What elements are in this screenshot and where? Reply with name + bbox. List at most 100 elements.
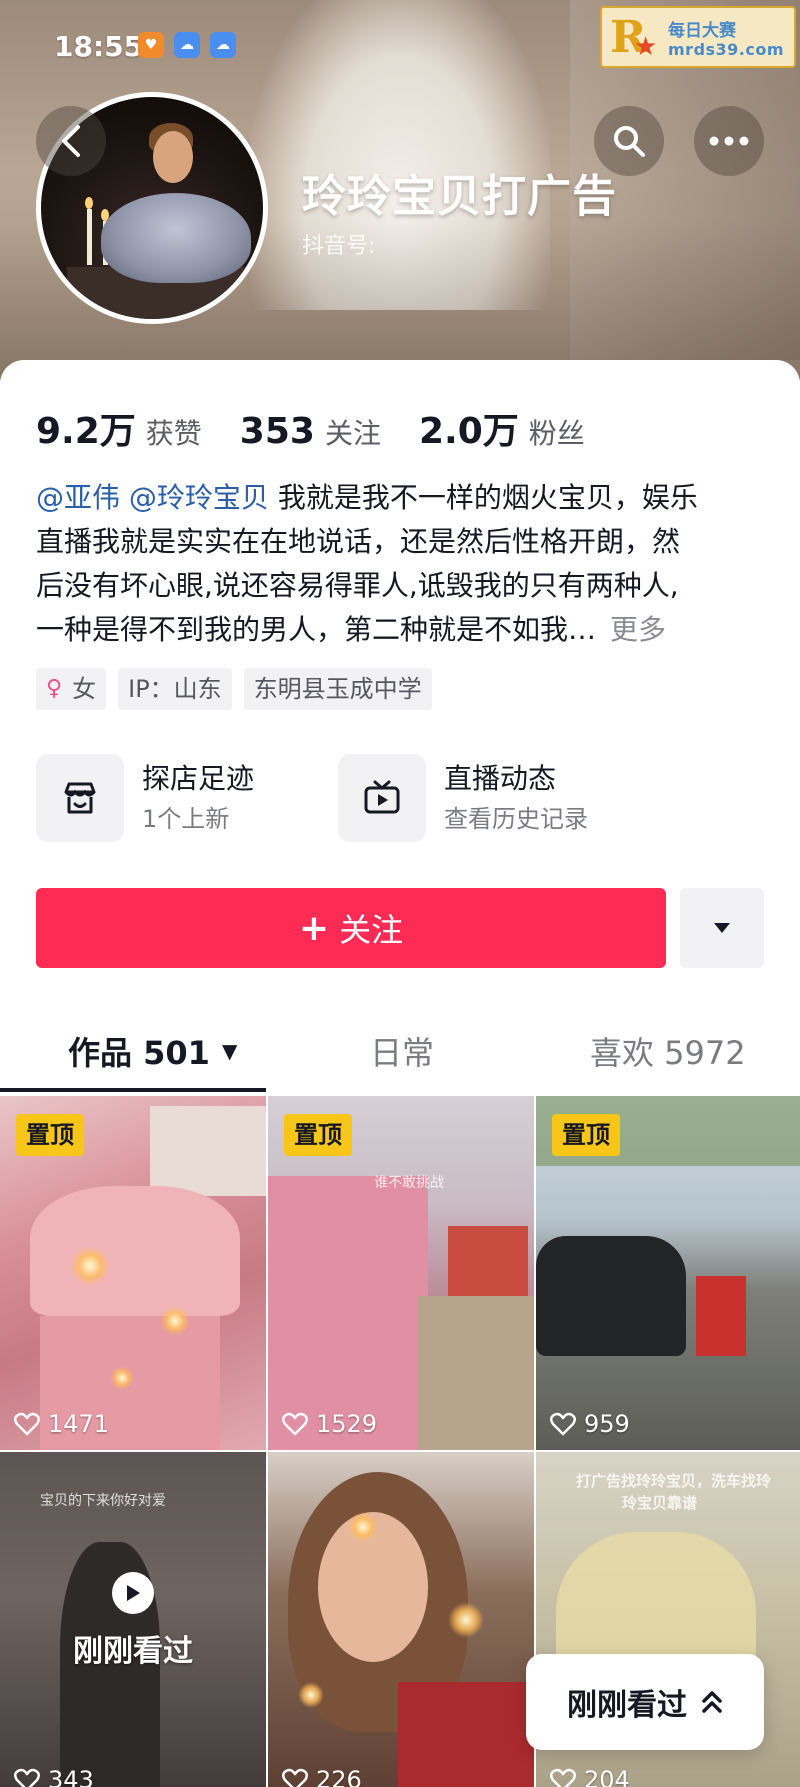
- caret-down-icon: ▼: [221, 1039, 238, 1063]
- content-tabs: 作品 501 ▼ 日常 喜欢 5972: [0, 1020, 800, 1096]
- school-tag[interactable]: 东明县玉成中学: [243, 668, 432, 710]
- caret-down-icon: [714, 923, 730, 933]
- plus-icon: +: [298, 907, 330, 949]
- recently-watched-marker: 刚刚看过: [0, 1572, 266, 1670]
- heart-icon: [282, 1768, 308, 1787]
- bio-line: 直播我就是实实在在地说话，还是然后性格开朗，然: [36, 525, 681, 558]
- pinned-badge: 置顶: [16, 1114, 84, 1156]
- watermark-line1: 每日大赛: [668, 21, 736, 41]
- female-icon: ♀: [46, 676, 63, 701]
- more-options-button[interactable]: [694, 106, 764, 176]
- mention-link[interactable]: @亚伟: [36, 481, 120, 514]
- followers-count[interactable]: 2.0万: [419, 402, 519, 454]
- thumb-shape: [536, 1236, 686, 1356]
- profile-nickname: 玲玲宝贝打广告: [302, 171, 617, 222]
- pinned-badge: 置顶: [284, 1114, 352, 1156]
- video-overlay-text: 宝贝的下来你好对爱: [40, 1493, 166, 1509]
- likes-count: 204: [584, 1766, 630, 1787]
- douyin-id-label[interactable]: 抖音号:: [302, 228, 375, 260]
- video-likes: 226: [282, 1766, 362, 1787]
- status-time: 18:55: [54, 30, 144, 63]
- video-thumbnail[interactable]: 置顶 1471: [0, 1096, 266, 1450]
- site-watermark: R ★ 每日大赛 mrds39.com: [600, 6, 796, 68]
- heart-icon: [282, 1412, 308, 1436]
- tab-daily[interactable]: 日常: [370, 1028, 434, 1074]
- video-thumbnail[interactable]: 置顶 959: [536, 1096, 800, 1450]
- entry-title: 探店足迹: [142, 762, 255, 795]
- video-thumbnail[interactable]: 谁不敢挑战 置顶 1529: [268, 1096, 534, 1450]
- sparkle: [298, 1682, 324, 1708]
- sparkle: [448, 1602, 484, 1638]
- mention-link[interactable]: @玲玲宝贝: [129, 481, 269, 514]
- following-count[interactable]: 353: [240, 411, 315, 452]
- search-icon: [614, 126, 645, 157]
- more-actions-dropdown-button[interactable]: [680, 888, 764, 968]
- video-overlay-text: 谁不敢挑战: [374, 1175, 444, 1191]
- likes-count: 1529: [316, 1410, 378, 1438]
- bio-line: 一种是得不到我的男人，第二种就是不如我… 更多: [36, 608, 772, 652]
- shop-icon: [36, 754, 124, 842]
- active-tab-indicator: [0, 1088, 266, 1092]
- star-icon: ★: [634, 32, 658, 62]
- entry-title: 直播动态: [444, 762, 557, 795]
- recently-watched-floating-button[interactable]: 刚刚看过: [526, 1654, 764, 1750]
- tv-icon: [338, 754, 426, 842]
- heart-icon: [550, 1412, 576, 1436]
- follow-label: 关注: [339, 911, 404, 949]
- thumb-shape: [696, 1276, 746, 1356]
- thumb-shape: [418, 1296, 534, 1450]
- heart-icon: [14, 1412, 40, 1436]
- play-icon: [112, 1572, 154, 1614]
- gender-label: 女: [72, 675, 97, 703]
- heart-icon: [14, 1768, 40, 1787]
- heart-icon: [550, 1768, 576, 1787]
- likes-count: 343: [48, 1766, 94, 1787]
- bio-text: 一种是得不到我的男人，第二种就是不如我…: [36, 613, 597, 646]
- back-button[interactable]: [36, 106, 106, 176]
- video-overlay-text: 打广告找玲玲宝贝，洗车找玲: [576, 1472, 772, 1490]
- likes-count: 226: [316, 1766, 362, 1787]
- avatar-head-shape: [153, 131, 193, 183]
- bio-line: @亚伟 @玲玲宝贝 我就是我不一样的烟火宝贝，娱乐: [36, 476, 772, 520]
- thumb-shape: [448, 1226, 528, 1296]
- status-icons: ♥ ☁ ☁: [138, 32, 236, 58]
- video-likes: 343: [14, 1766, 94, 1787]
- avatar-candle-shape: [87, 209, 92, 265]
- pinned-badge: 置顶: [552, 1114, 620, 1156]
- entry-subtitle: 1个上新: [142, 805, 230, 833]
- video-likes: 204: [550, 1766, 630, 1787]
- gender-tag: ♀ 女: [36, 668, 107, 710]
- likes-count[interactable]: 9.2万: [36, 402, 136, 454]
- video-thumbnail[interactable]: 226: [268, 1452, 534, 1787]
- profile-bio: @亚伟 @玲玲宝贝 我就是我不一样的烟火宝贝，娱乐 直播我就是实实在在地说话，还…: [36, 476, 772, 652]
- tab-works[interactable]: 作品 501 ▼: [68, 1028, 237, 1074]
- follow-button[interactable]: + 关注: [36, 888, 666, 968]
- notification-app-icon: ☁: [174, 32, 200, 58]
- video-likes: 1471: [14, 1410, 109, 1438]
- followers-label: 粉丝: [528, 417, 585, 450]
- profile-tags: ♀ 女 IP：山东 东明县玉成中学: [36, 668, 432, 710]
- avatar-fur-shape: [101, 193, 251, 283]
- video-thumbnail[interactable]: 宝贝的下来你好对爱 刚刚看过 343: [0, 1452, 266, 1787]
- floating-recent-label: 刚刚看过: [567, 1688, 687, 1723]
- thumb-shape: [268, 1176, 428, 1450]
- recently-watched-label: 刚刚看过: [73, 1634, 193, 1669]
- video-overlay-text: 玲宝贝靠谱: [622, 1494, 698, 1512]
- bio-line: 后没有坏心眼,说还容易得罪人,诋毁我的只有两种人,: [36, 569, 679, 602]
- likes-count: 1471: [48, 1410, 110, 1438]
- bio-more-link[interactable]: 更多: [610, 613, 666, 646]
- likes-count: 959: [584, 1410, 630, 1438]
- ip-tag: IP：山东: [118, 668, 232, 710]
- video-likes: 959: [550, 1410, 630, 1438]
- thumb-shape: [150, 1106, 266, 1196]
- shop-visits-entry[interactable]: 探店足迹 1个上新: [36, 754, 254, 842]
- profile-stats: 9.2万 获赞 353 关注 2.0万 粉丝: [36, 402, 623, 454]
- notification-app-icon: ☁: [210, 32, 236, 58]
- thumb-shape: [30, 1186, 240, 1316]
- live-history-entry[interactable]: 直播动态 查看历史记录: [338, 754, 588, 842]
- following-label: 关注: [324, 417, 381, 450]
- sparkle: [160, 1306, 190, 1336]
- sparkle: [110, 1366, 134, 1390]
- tab-likes[interactable]: 喜欢 5972: [590, 1028, 746, 1074]
- tab-works-label: 作品 501: [68, 1034, 210, 1072]
